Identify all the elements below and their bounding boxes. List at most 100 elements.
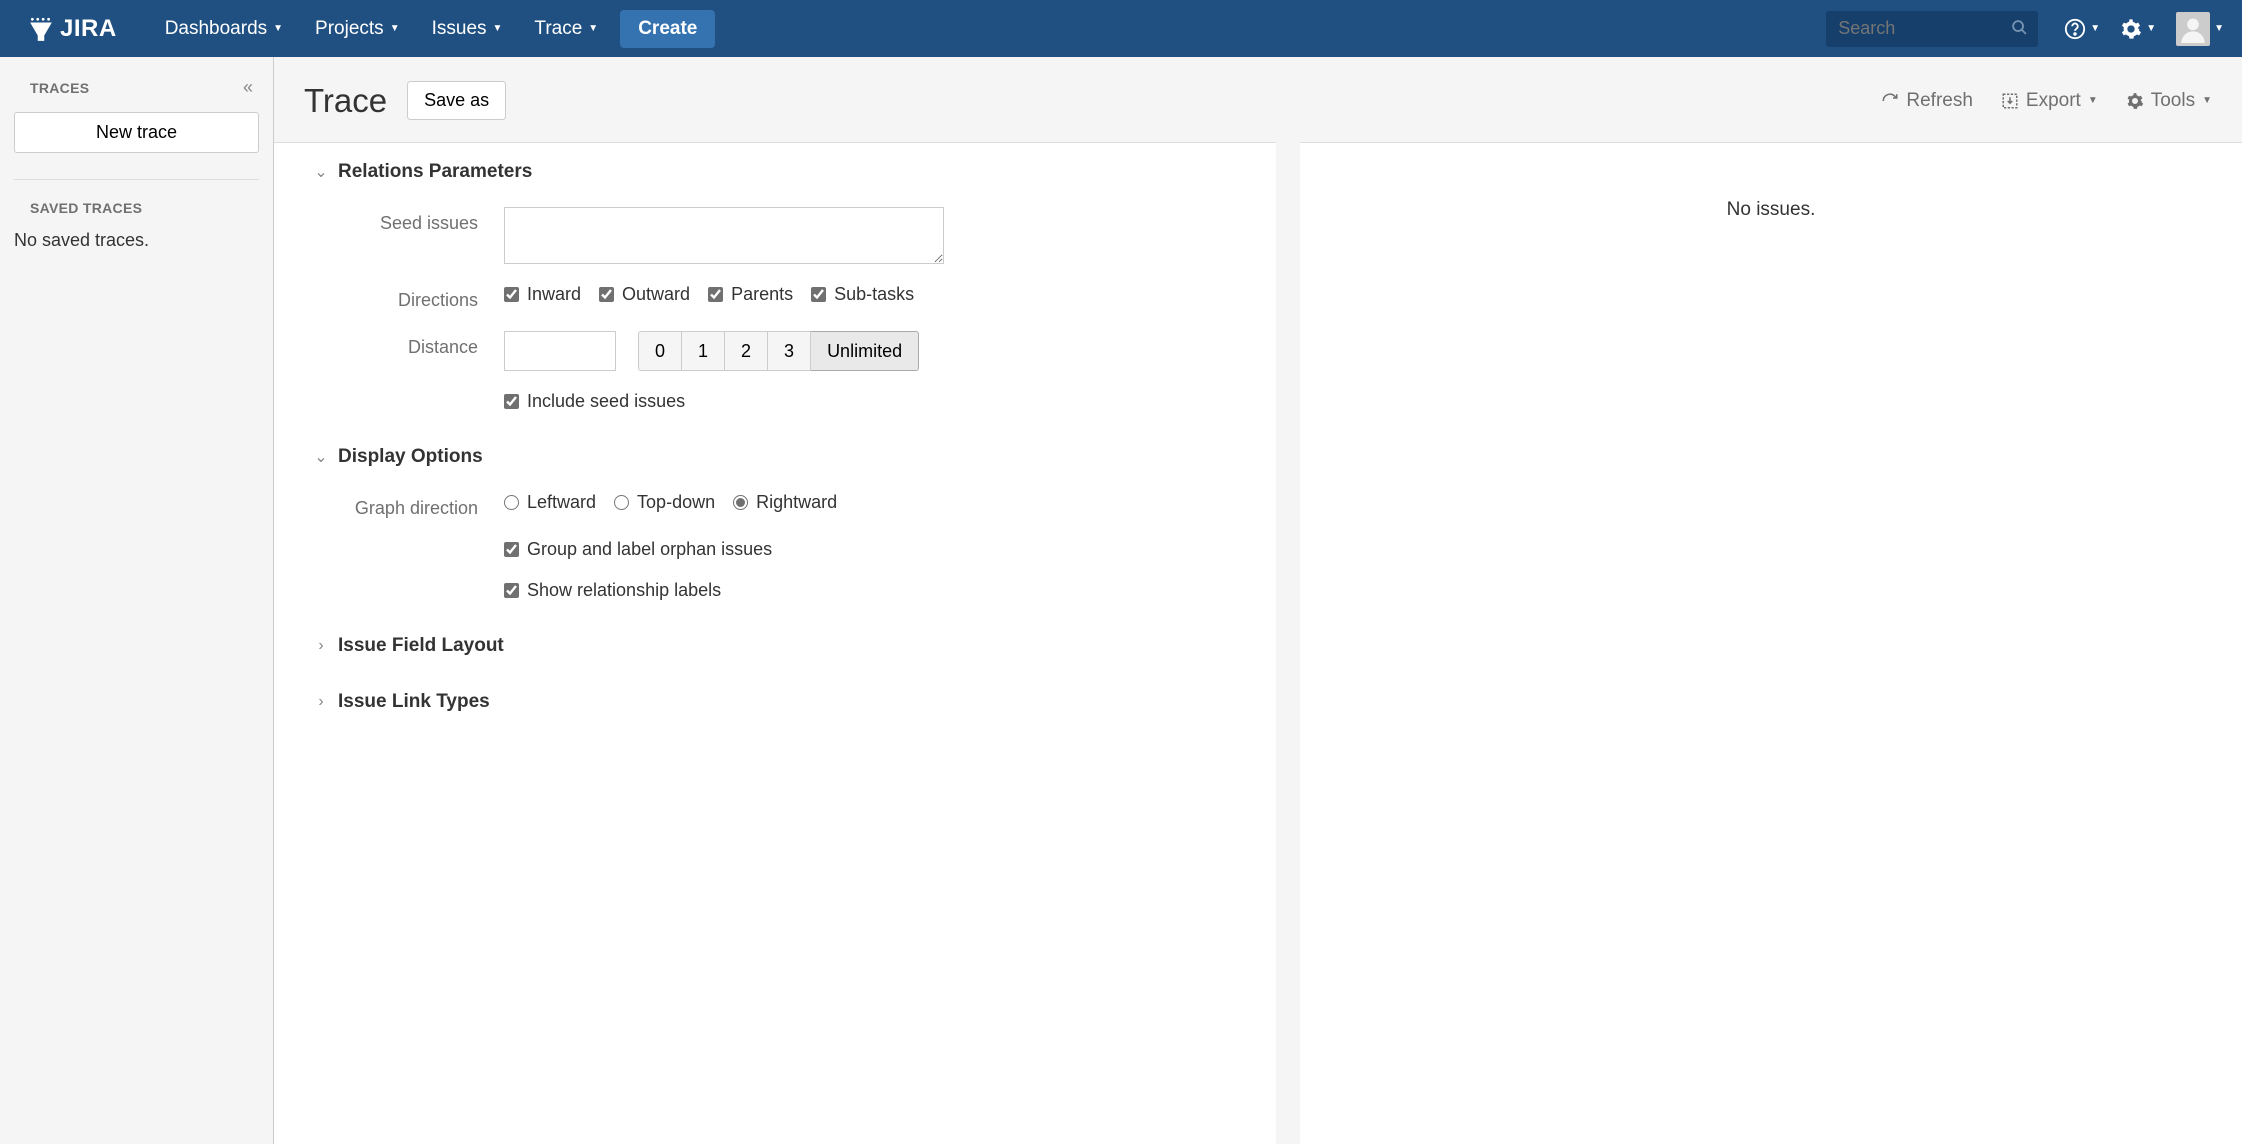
graph-leftward[interactable]: Leftward <box>504 492 596 513</box>
content-inner: ⌄ Relations Parameters Seed issues Direc… <box>274 142 2242 1144</box>
tools-button[interactable]: Tools ▼ <box>2126 90 2212 112</box>
chevron-down-icon: ▼ <box>588 23 598 34</box>
seed-issues-input[interactable] <box>504 207 944 264</box>
group-orphan-checkbox[interactable] <box>504 542 519 557</box>
section-title: Display Options <box>338 446 483 468</box>
search-input[interactable] <box>1826 11 2038 47</box>
avatar <box>2176 12 2210 46</box>
section-header-relations[interactable]: ⌄ Relations Parameters <box>304 161 1246 183</box>
help-icon <box>2064 18 2086 40</box>
help-button[interactable]: ▼ <box>2060 14 2104 44</box>
section-link-types: › Issue Link Types <box>304 691 1246 713</box>
distance-3[interactable]: 3 <box>768 331 811 371</box>
new-trace-button[interactable]: New trace <box>14 112 259 153</box>
include-seed-checkbox[interactable] <box>504 394 519 409</box>
refresh-icon <box>1881 92 1899 110</box>
section-title: Issue Link Types <box>338 691 490 713</box>
search-wrap <box>1826 11 2038 47</box>
nav-dashboards[interactable]: Dashboards▼ <box>149 10 299 48</box>
nav-trace[interactable]: Trace▼ <box>518 10 614 48</box>
section-header-link-types[interactable]: › Issue Link Types <box>304 691 1246 713</box>
gear-icon <box>2126 92 2144 110</box>
header-actions: Refresh Export ▼ Tools ▼ <box>1881 90 2212 112</box>
section-field-layout: › Issue Field Layout <box>304 635 1246 657</box>
show-relationship-row: Show relationship labels <box>304 580 1246 601</box>
no-saved-text: No saved traces. <box>14 230 259 251</box>
graph-topdown-radio[interactable] <box>614 495 629 510</box>
no-issues-text: No issues. <box>1727 199 1816 220</box>
chevron-down-icon: ▼ <box>2146 23 2156 34</box>
section-header-display[interactable]: ⌄ Display Options <box>304 446 1246 468</box>
create-button[interactable]: Create <box>620 10 715 48</box>
section-header-field-layout[interactable]: › Issue Field Layout <box>304 635 1246 657</box>
direction-subtasks-checkbox[interactable] <box>811 287 826 302</box>
group-orphan-row: Group and label orphan issues <box>304 539 1246 560</box>
refresh-button[interactable]: Refresh <box>1881 90 1973 112</box>
graph-topdown[interactable]: Top-down <box>614 492 715 513</box>
seed-issues-label: Seed issues <box>304 207 504 234</box>
chevron-down-icon: ▼ <box>390 23 400 34</box>
section-title: Issue Field Layout <box>338 635 504 657</box>
person-icon <box>2179 15 2207 43</box>
chevron-down-icon: ▼ <box>2214 23 2224 34</box>
distance-1[interactable]: 1 <box>682 331 725 371</box>
logo-text: JIRA <box>60 15 117 43</box>
direction-parents-checkbox[interactable] <box>708 287 723 302</box>
nav-items: Dashboards▼ Projects▼ Issues▼ Trace▼ Cre… <box>149 10 716 48</box>
chevron-down-icon: ▼ <box>493 23 503 34</box>
include-seed[interactable]: Include seed issues <box>504 391 685 412</box>
show-relationship[interactable]: Show relationship labels <box>504 580 721 601</box>
distance-unlimited[interactable]: Unlimited <box>811 331 919 371</box>
nav-projects[interactable]: Projects▼ <box>299 10 416 48</box>
nav-right: ▼ ▼ ▼ <box>2060 8 2228 50</box>
seed-issues-row: Seed issues <box>304 207 1246 264</box>
chevron-down-icon: ▼ <box>2090 23 2100 34</box>
page-title: Trace <box>304 82 387 120</box>
saved-traces-label: SAVED TRACES <box>14 200 259 216</box>
chevron-down-icon: ⌄ <box>314 162 328 182</box>
save-as-button[interactable]: Save as <box>407 81 506 120</box>
nav-issues[interactable]: Issues▼ <box>416 10 519 48</box>
chevron-right-icon: › <box>314 637 328 655</box>
profile-button[interactable]: ▼ <box>2172 8 2228 50</box>
direction-parents[interactable]: Parents <box>708 284 793 305</box>
direction-outward[interactable]: Outward <box>599 284 690 305</box>
direction-inward-checkbox[interactable] <box>504 287 519 302</box>
content-header: Trace Save as Refresh Export ▼ Tools ▼ <box>274 57 2242 142</box>
main-area: TRACES « New trace SAVED TRACES No saved… <box>0 57 2242 1144</box>
chevron-down-icon: ▼ <box>273 23 283 34</box>
distance-0[interactable]: 0 <box>638 331 682 371</box>
graph-rightward[interactable]: Rightward <box>733 492 837 513</box>
graph-rightward-radio[interactable] <box>733 495 748 510</box>
directions-row: Directions Inward Outward Parents Sub-ta… <box>304 284 1246 311</box>
group-orphan[interactable]: Group and label orphan issues <box>504 539 772 560</box>
jira-logo[interactable]: JIRA <box>28 15 117 43</box>
sidebar: TRACES « New trace SAVED TRACES No saved… <box>0 57 274 1144</box>
graph-leftward-radio[interactable] <box>504 495 519 510</box>
distance-row: Distance 0 1 2 3 Unlimited <box>304 331 1246 371</box>
direction-outward-checkbox[interactable] <box>599 287 614 302</box>
search-icon <box>2011 19 2028 39</box>
section-title: Relations Parameters <box>338 161 532 183</box>
top-nav: JIRA Dashboards▼ Projects▼ Issues▼ Trace… <box>0 0 2242 57</box>
distance-input[interactable] <box>504 331 616 371</box>
directions-label: Directions <box>304 284 504 311</box>
chevron-down-icon: ▼ <box>2088 95 2098 106</box>
collapse-sidebar-icon[interactable]: « <box>243 77 259 98</box>
results-pane: No issues. <box>1300 142 2242 1144</box>
include-seed-row: Include seed issues <box>304 391 1246 412</box>
show-relationship-checkbox[interactable] <box>504 583 519 598</box>
sidebar-header: TRACES « <box>14 77 259 98</box>
chevron-down-icon: ⌄ <box>314 447 328 467</box>
distance-2[interactable]: 2 <box>725 331 768 371</box>
content: Trace Save as Refresh Export ▼ Tools ▼ <box>274 57 2242 1144</box>
direction-subtasks[interactable]: Sub-tasks <box>811 284 914 305</box>
traces-label: TRACES <box>14 80 89 96</box>
direction-inward[interactable]: Inward <box>504 284 581 305</box>
settings-button[interactable]: ▼ <box>2116 14 2160 44</box>
jira-logo-icon <box>28 16 54 42</box>
divider <box>14 179 259 180</box>
section-display: ⌄ Display Options Graph direction Leftwa… <box>304 446 1246 601</box>
form-pane: ⌄ Relations Parameters Seed issues Direc… <box>274 142 1276 1144</box>
export-button[interactable]: Export ▼ <box>2001 90 2098 112</box>
